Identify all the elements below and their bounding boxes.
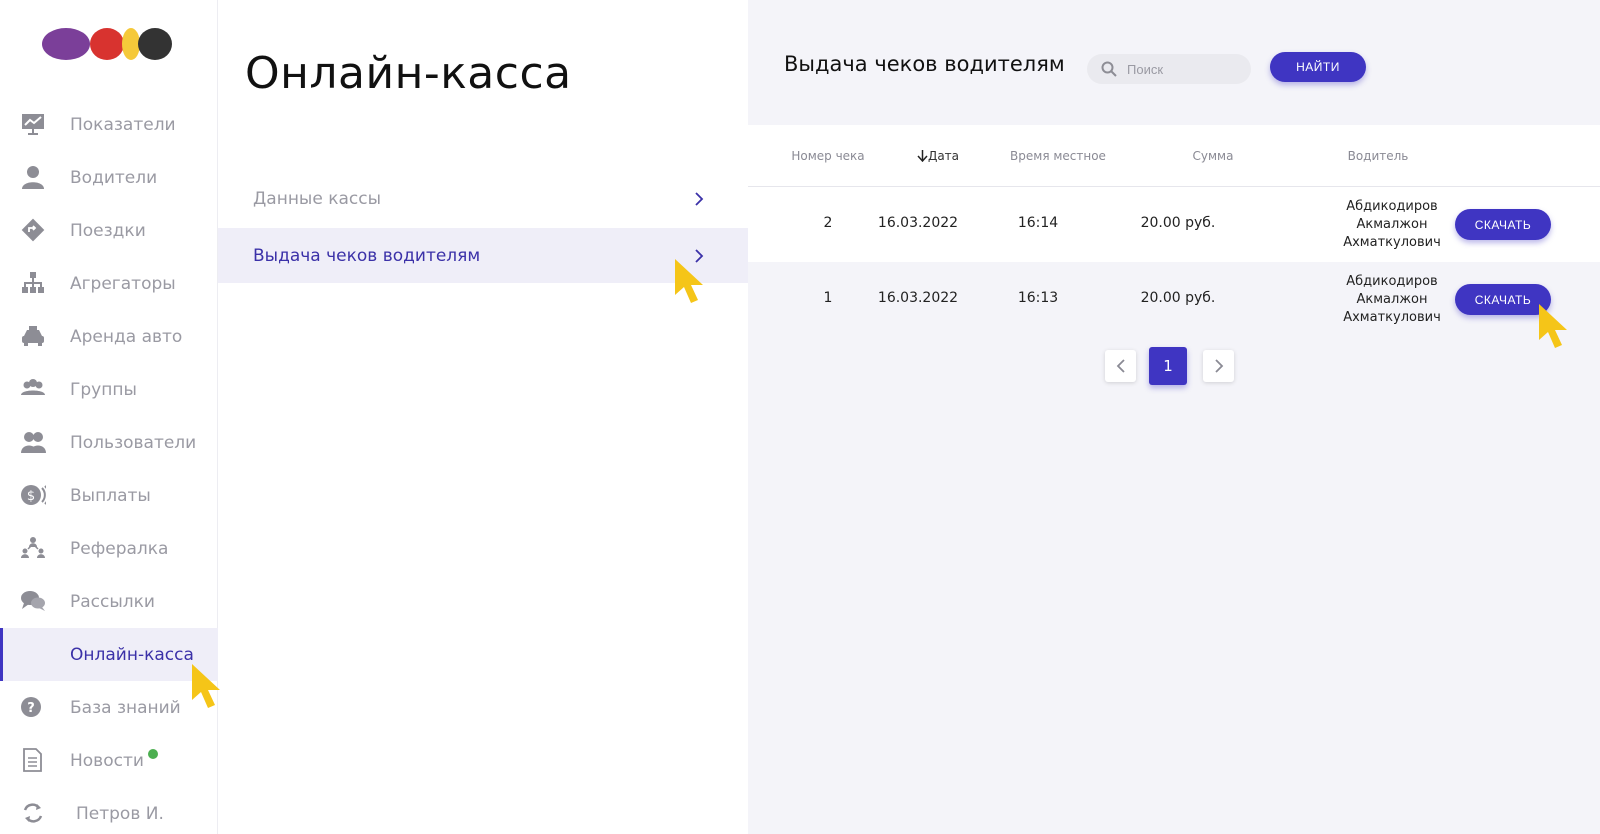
cell-date: 16.03.2022 (877, 215, 959, 231)
sidebar-item-referral[interactable]: Рефералка (0, 522, 218, 575)
sidebar-item-label: Водители (70, 167, 158, 188)
refresh-icon[interactable] (20, 801, 46, 825)
receipts-table: Номер чека Дата Время местное Сумма Води… (748, 125, 1600, 337)
sidebar-item-label: Поездки (70, 220, 146, 241)
menu-item-label: Данные кассы (253, 188, 382, 209)
sidebar-item-drivers[interactable]: Водители (0, 151, 218, 204)
pointer-cursor-icon (1539, 304, 1567, 348)
pointer-cursor-icon (192, 664, 220, 708)
referral-icon (21, 537, 45, 558)
sidebar-item-label: Показатели (70, 114, 176, 135)
column-header-date[interactable]: Дата (888, 149, 988, 163)
sidebar-item-news[interactable]: Новости (0, 734, 218, 787)
sidebar-user[interactable]: Петров И. (0, 787, 218, 834)
chat-bubbles-icon (21, 591, 45, 611)
sidebar-item-indicators[interactable]: Показатели (0, 98, 218, 151)
column-header-number[interactable]: Номер чека (773, 149, 883, 163)
page-title: Онлайн-касса (245, 48, 572, 99)
column-header-driver[interactable]: Водитель (1288, 149, 1468, 163)
sidebar-item-label: Пользователи (70, 432, 197, 453)
sidebar-item-label: База знаний (70, 697, 181, 718)
column-header-date-label: Дата (927, 149, 960, 163)
settings-panel: Онлайн-касса Данные кассы Выдача чеков в… (218, 0, 748, 834)
sidebar-item-knowledge-base[interactable]: ? База знаний (0, 681, 218, 734)
sidebar: Показатели Водители Поездки Агрегаторы А… (0, 0, 218, 834)
dollar-coin-icon: $ (21, 485, 46, 505)
sidebar-item-label: Аренда авто (70, 326, 183, 347)
news-unread-dot (147, 748, 158, 759)
cell-time: 16:13 (1017, 290, 1059, 306)
download-button[interactable]: СКАЧАТЬ (1455, 209, 1551, 240)
sidebar-item-online-cashbox[interactable]: Онлайн-касса (0, 628, 218, 681)
table-row: 2 16.03.2022 16:14 20.00 руб. Абдикодиро… (748, 187, 1600, 262)
pointer-cursor-icon (675, 259, 703, 303)
sidebar-item-label: Выплаты (70, 485, 151, 506)
sidebar-item-label: Новости (70, 750, 144, 771)
cell-time: 16:14 (1017, 215, 1059, 231)
menu-item-cashbox-data[interactable]: Данные кассы (218, 171, 748, 226)
pagination: 1 (748, 347, 1600, 390)
hierarchy-icon (22, 272, 44, 293)
arrow-down-icon (917, 150, 928, 163)
receipts-content: Выдача чеков водителям НАЙТИ Номер чека … (748, 0, 1600, 834)
table-row: 1 16.03.2022 16:13 20.00 руб. Абдикодиро… (748, 262, 1600, 337)
menu-item-driver-receipts[interactable]: Выдача чеков водителям (218, 228, 748, 283)
search-icon (1101, 61, 1117, 77)
page-button-current[interactable]: 1 (1149, 347, 1187, 385)
cell-sum: 20.00 руб. (1140, 215, 1216, 231)
sidebar-item-users[interactable]: Пользователи (0, 416, 218, 469)
chart-presentation-icon (22, 114, 44, 135)
sidebar-item-aggregators[interactable]: Агрегаторы (0, 257, 218, 310)
menu-item-label: Выдача чеков водителям (253, 245, 481, 266)
cell-driver: Абдикодиров Акмалжон Ахматкулович (1343, 274, 1441, 325)
search-input[interactable] (1127, 61, 1237, 77)
group-icon (21, 379, 45, 395)
brand-logo[interactable] (40, 26, 180, 62)
user-icon (22, 166, 44, 189)
sidebar-item-label: Группы (70, 379, 137, 400)
document-icon (23, 748, 42, 772)
cell-date: 16.03.2022 (877, 290, 959, 306)
chevron-right-icon (695, 192, 704, 206)
column-header-time[interactable]: Время местное (988, 149, 1128, 163)
table-header: Номер чека Дата Время местное Сумма Води… (748, 125, 1600, 187)
sidebar-item-payouts[interactable]: $ Выплаты (0, 469, 218, 522)
find-button[interactable]: НАЙТИ (1270, 52, 1366, 82)
app-root: Показатели Водители Поездки Агрегаторы А… (0, 0, 1600, 834)
sidebar-item-label: Онлайн-касса (70, 644, 194, 665)
sidebar-item-label: Рефералка (70, 538, 169, 559)
chevron-left-icon (1116, 359, 1125, 373)
sidebar-item-mailings[interactable]: Рассылки (0, 575, 218, 628)
cell-driver: Абдикодиров Акмалжон Ахматкулович (1343, 199, 1441, 250)
search-box[interactable] (1087, 54, 1251, 84)
sidebar-item-trips[interactable]: Поездки (0, 204, 218, 257)
next-page-button[interactable] (1203, 350, 1234, 382)
sidebar-item-car-rental[interactable]: Аренда авто (0, 310, 218, 363)
sidebar-item-label: Рассылки (70, 591, 155, 612)
chevron-right-icon (1214, 359, 1223, 373)
route-sign-icon (21, 218, 45, 242)
sidebar-item-groups[interactable]: Группы (0, 363, 218, 416)
column-header-sum[interactable]: Сумма (1138, 149, 1288, 163)
question-circle-icon: ? (21, 697, 41, 717)
sidebar-item-label: Агрегаторы (70, 273, 176, 294)
car-icon (22, 326, 44, 346)
prev-page-button[interactable] (1105, 350, 1136, 382)
cell-sum: 20.00 руб. (1140, 290, 1216, 306)
sidebar-nav: Показатели Водители Поездки Агрегаторы А… (0, 98, 218, 834)
users-icon (21, 432, 46, 453)
section-title: Выдача чеков водителям (784, 52, 1065, 76)
svg-text:?: ? (27, 701, 35, 716)
user-name: Петров И. (76, 803, 164, 824)
svg-text:$: $ (27, 489, 35, 504)
